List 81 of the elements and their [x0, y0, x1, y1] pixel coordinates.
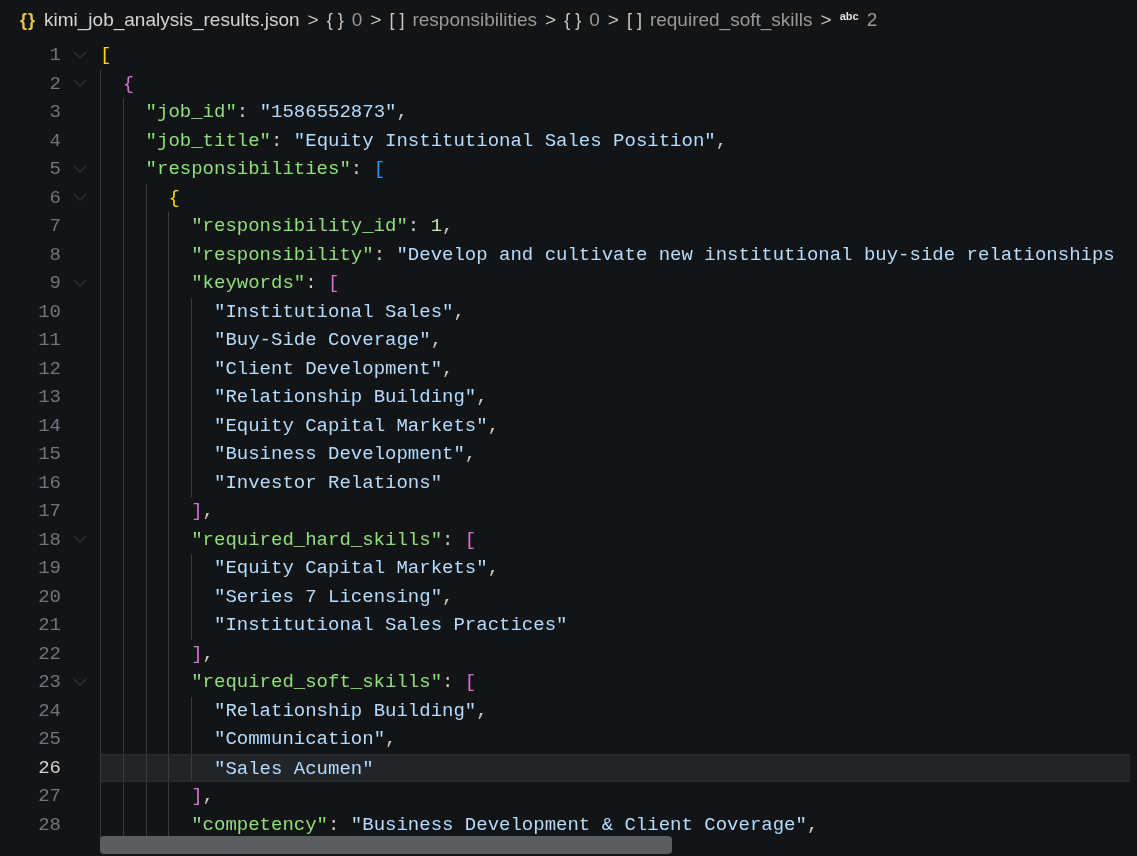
breadcrumb-item[interactable]: 2	[866, 6, 878, 35]
string-icon: abc	[839, 8, 859, 25]
line-number: 18	[37, 527, 61, 553]
chevron-icon[interactable]	[73, 79, 87, 89]
line-number: 16	[37, 470, 61, 496]
json-file-icon: {}	[20, 7, 36, 34]
code-line: "responsibilities": [	[145, 158, 386, 180]
breadcrumb-separator: >	[545, 8, 557, 33]
line-number: 23	[37, 670, 61, 695]
code-line: "Relationship Building",	[214, 386, 488, 408]
code-line: "competency": "Business Development & Client Coverage",	[191, 813, 819, 836]
line-number: 28	[37, 812, 61, 838]
breadcrumb-separator: >	[370, 8, 382, 33]
breadcrumb-separator: >	[607, 8, 619, 33]
code-line: "Institutional Sales Practices"	[214, 614, 568, 636]
chevron-icon[interactable]	[73, 535, 87, 545]
line-number: 8	[48, 242, 61, 268]
code-line: "responsibility": "Develop and cultivate new institutional buy-side relationships	[191, 243, 1115, 266]
code-line: ],	[191, 642, 214, 665]
breadcrumb-item[interactable]: kimi_job_analysis_results.json	[44, 6, 300, 35]
chevron-icon[interactable]	[73, 193, 87, 203]
code-line: "Sales Acumen"	[214, 757, 374, 780]
code-line: "required_soft_skills": [	[191, 671, 477, 693]
array-icon: [ ]	[389, 7, 405, 34]
code-line: "required_hard_skills": [	[191, 528, 477, 551]
code-line: "job_id": "1586552873",	[145, 101, 408, 123]
line-number: 1	[48, 43, 61, 68]
line-number: 3	[48, 100, 61, 125]
code-line: "responsibility_id": 1,	[191, 215, 454, 237]
breadcrumb-separator: >	[820, 8, 832, 33]
chevron-icon[interactable]	[73, 164, 87, 174]
code-line: "keywords": [	[191, 272, 340, 294]
line-number: 5	[48, 157, 61, 182]
line-number: 19	[37, 556, 61, 581]
line-number: 17	[37, 499, 61, 524]
line-number: 11	[37, 328, 61, 353]
line-number: 12	[37, 356, 61, 382]
line-number: 21	[37, 613, 61, 638]
code-line: [	[100, 44, 112, 66]
code-line: "Investor Relations"	[214, 471, 443, 494]
code-line: {	[122, 72, 135, 95]
breadcrumb-item[interactable]: responsibilities	[412, 6, 538, 35]
breadcrumb-item[interactable]: 0	[351, 6, 363, 35]
code-line: ],	[191, 785, 214, 807]
line-number: 24	[37, 698, 61, 724]
code-line: "Equity Capital Markets",	[214, 414, 500, 437]
horizontal-scrollbar[interactable]	[100, 836, 672, 854]
line-number: 7	[48, 214, 61, 239]
code-line: ],	[191, 500, 214, 522]
breadcrumb-item[interactable]: required_soft_skills	[649, 6, 813, 35]
line-number: 20	[37, 584, 61, 610]
line-number: 26	[37, 755, 61, 781]
chevron-icon[interactable]	[73, 278, 87, 288]
chevron-icon[interactable]	[73, 50, 87, 60]
code-line: "Buy-Side Coverage",	[214, 329, 443, 351]
breadcrumb-separator: >	[307, 8, 319, 33]
line-number: 14	[37, 413, 61, 439]
line-number: 13	[37, 385, 61, 410]
line-number: 2	[48, 71, 61, 97]
code-line: "Series 7 Licensing",	[214, 585, 454, 608]
breadcrumb-item[interactable]: 0	[589, 6, 600, 35]
line-number: 25	[37, 727, 61, 752]
code-line: "Equity Capital Markets",	[214, 557, 500, 579]
line-number: 6	[48, 185, 61, 211]
array-icon: [ ]	[626, 7, 642, 34]
line-number: 10	[37, 299, 61, 325]
code-line: "Institutional Sales",	[214, 300, 465, 323]
object-icon: { }	[564, 7, 582, 34]
object-icon: { }	[326, 7, 344, 34]
line-number: 15	[37, 442, 61, 467]
line-number: 4	[48, 128, 61, 154]
code-line: "Communication",	[214, 728, 397, 750]
line-number: 22	[37, 641, 61, 667]
line-number: 9	[48, 271, 61, 296]
code-line: "Relationship Building",	[214, 699, 488, 722]
code-line: "job_title": "Equity Institutional Sales Position",	[145, 129, 728, 152]
line-number: 27	[37, 784, 61, 809]
code-line: "Business Development",	[214, 443, 477, 465]
code-line: "Client Development",	[214, 357, 454, 380]
chevron-icon[interactable]	[73, 677, 87, 687]
code-line: {	[168, 186, 180, 209]
